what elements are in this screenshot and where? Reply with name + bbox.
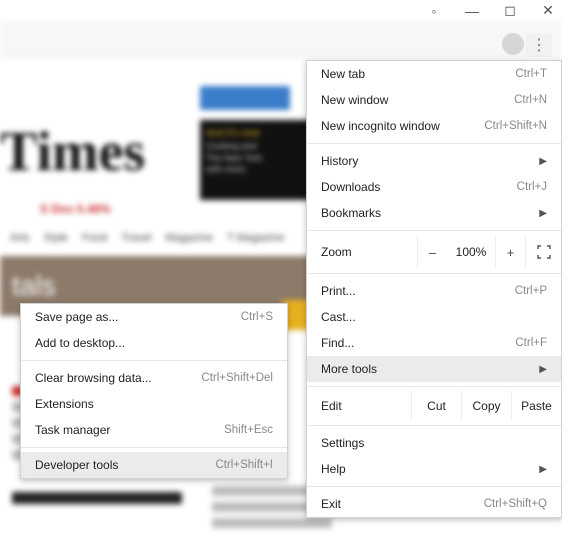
more-tools-submenu: Save page as... Ctrl+S Add to desktop...… (20, 303, 288, 479)
edit-cut-button[interactable]: Cut (411, 391, 461, 421)
menu-new-window[interactable]: New window Ctrl+N (307, 87, 561, 113)
menu-history[interactable]: History ▶ (307, 148, 561, 174)
chrome-menu-button[interactable]: ⋮ (526, 33, 552, 57)
submenu-save-page[interactable]: Save page as... Ctrl+S (21, 304, 287, 330)
submenu-clear-browsing-data[interactable]: Clear browsing data... Ctrl+Shift+Del (21, 365, 287, 391)
chevron-right-icon: ▶ (539, 156, 547, 167)
extension-icon[interactable] (502, 33, 524, 55)
submenu-developer-tools[interactable]: Developer tools Ctrl+Shift+I (21, 452, 287, 478)
separator (21, 447, 287, 448)
fullscreen-button[interactable] (525, 235, 561, 269)
separator (21, 360, 287, 361)
separator (307, 230, 561, 231)
separator (307, 425, 561, 426)
chevron-right-icon: ▶ (539, 464, 547, 475)
window-controls: ◦ — ◻ ✕ (426, 2, 556, 19)
menu-exit[interactable]: Exit Ctrl+Shift+Q (307, 491, 561, 517)
submenu-extensions[interactable]: Extensions (21, 391, 287, 417)
menu-more-tools[interactable]: More tools ▶ (307, 356, 561, 382)
menu-new-incognito[interactable]: New incognito window Ctrl+Shift+N (307, 113, 561, 139)
chevron-right-icon: ▶ (539, 364, 547, 375)
separator (307, 386, 561, 387)
zoom-value: 100% (447, 245, 495, 259)
window-icon: ◦ (426, 3, 442, 19)
chevron-right-icon: ▶ (539, 208, 547, 219)
submenu-add-to-desktop[interactable]: Add to desktop... (21, 330, 287, 356)
menu-find[interactable]: Find... Ctrl+F (307, 330, 561, 356)
menu-help[interactable]: Help ▶ (307, 456, 561, 482)
submenu-task-manager[interactable]: Task manager Shift+Esc (21, 417, 287, 443)
menu-cast[interactable]: Cast... (307, 304, 561, 330)
minimize-button[interactable]: — (464, 3, 480, 19)
chrome-menu: New tab Ctrl+T New window Ctrl+N New inc… (306, 60, 562, 518)
separator (307, 273, 561, 274)
edit-copy-button[interactable]: Copy (461, 391, 511, 421)
menu-new-tab[interactable]: New tab Ctrl+T (307, 61, 561, 87)
menu-downloads[interactable]: Downloads Ctrl+J (307, 174, 561, 200)
zoom-in-button[interactable]: + (495, 235, 525, 269)
menu-bookmarks[interactable]: Bookmarks ▶ (307, 200, 561, 226)
maximize-button[interactable]: ◻ (502, 2, 518, 19)
zoom-out-button[interactable]: – (417, 235, 447, 269)
close-button[interactable]: ✕ (540, 2, 556, 19)
menu-settings[interactable]: Settings (307, 430, 561, 456)
menu-print[interactable]: Print... Ctrl+P (307, 278, 561, 304)
separator (307, 486, 561, 487)
edit-paste-button[interactable]: Paste (511, 391, 561, 421)
separator (307, 143, 561, 144)
menu-edit: Edit Cut Copy Paste (307, 391, 561, 421)
menu-zoom: Zoom – 100% + (307, 235, 561, 269)
